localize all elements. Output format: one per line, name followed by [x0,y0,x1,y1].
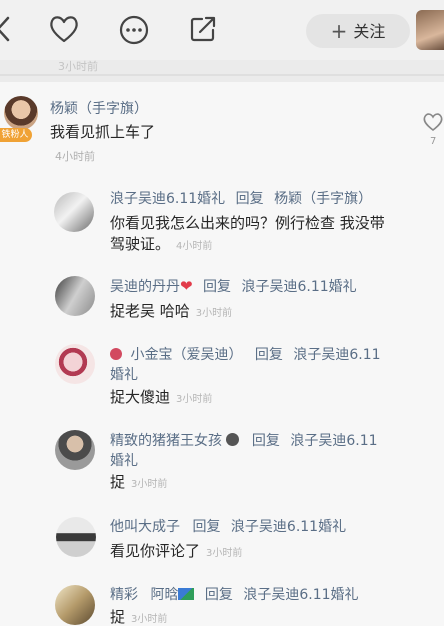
reply-header: 精致的猪猪王女孩 回复 浪子吴迪6.11 [110,430,378,450]
fan-badge: 铁粉人 [0,128,32,142]
like-icon[interactable] [422,112,444,132]
reply-word: 回复 [251,433,280,449]
heart-icon[interactable] [48,14,80,44]
back-chevron-icon[interactable] [0,14,14,44]
reply-text-row: 捉大傻迪 3小时前 [110,386,212,407]
reply-text: 捉老吴 哈哈 [110,302,190,320]
reply-header: 吴迪的丹丹❤ 回复 浪子吴迪6.11婚礼 [110,276,357,296]
avatar[interactable] [55,344,95,384]
emoji-icon [226,433,240,446]
avatar[interactable] [55,585,95,625]
reply-word: 回复 [235,191,264,207]
reply-target[interactable]: 浪子吴迪6.11婚礼 [243,587,358,603]
reply-time: 3小时前 [195,308,233,319]
reply-word: 回复 [203,279,232,295]
avatar[interactable] [55,276,95,316]
reply-target-cont[interactable]: 婚礼 [110,450,138,470]
reply-header: 小金宝（爱吴迪） 回复 浪子吴迪6.11 [110,344,381,364]
avatar[interactable] [4,96,38,130]
face-emoji-icon [110,348,122,360]
reply-author[interactable]: 小金宝（爱吴迪） [130,347,242,363]
reply-text: 捉 [110,473,126,491]
follow-button[interactable]: + 关注 [306,14,410,48]
reply-author[interactable]: 精致的猪猪王女孩 [110,433,222,449]
reply-word: 回复 [192,519,221,535]
reply-word: 回复 [204,587,233,603]
reply-target[interactable]: 杨颖（手字旗） [274,191,372,207]
previous-comment-time: 3小时前 [58,60,98,73]
reply-target-cont[interactable]: 婚礼 [110,364,138,384]
avatar[interactable] [56,517,96,557]
comment-text: 我看见抓上车了 [50,123,156,141]
reply-header: 浪子吴迪6.11婚礼 回复 杨颖（手字旗） [110,188,372,208]
reply-text: 看见你评论了 [110,542,201,560]
reply-target[interactable]: 浪子吴迪6.11 [290,433,377,449]
reply-header: 精彩 阿晗 回复 浪子吴迪6.11婚礼 [110,584,359,604]
more-dots-icon[interactable] [118,14,150,46]
heart-emoji-icon: ❤ [180,277,193,295]
reply-text-row: 看见你评论了 3小时前 [110,540,242,561]
like-count: 7 [430,136,437,147]
plus-icon: + [330,19,348,43]
flag-emoji-icon [178,588,195,600]
reply-target[interactable]: 浪子吴迪6.11婚礼 [231,519,346,535]
reply-text-cont: 驾驶证。 4小时前 [110,233,212,254]
reply-time: 3小时前 [176,394,213,405]
reply-header: 他叫大成子 回复 浪子吴迪6.11婚礼 [110,516,346,536]
reply-author[interactable]: 吴迪的丹丹 [110,279,180,295]
reply-text: 捉 [110,608,126,626]
divider [0,74,444,76]
reply-word: 回复 [254,347,283,363]
reply-time: 4小时前 [176,241,213,252]
reply-text-line2: 驾驶证。 [110,235,171,253]
top-bar: + 关注 [0,0,444,60]
reply-author[interactable]: 他叫大成子 [110,519,180,535]
reply-author[interactable]: 精彩 [110,587,138,603]
reply-time: 3小时前 [131,479,168,490]
reply-time: 3小时前 [131,614,168,625]
comment-author[interactable]: 杨颖（手字旗） [50,98,148,118]
reply-text: 捉大傻迪 [110,388,171,406]
avatar[interactable] [55,430,95,470]
share-icon[interactable] [188,14,218,44]
poster-avatar[interactable] [416,10,444,50]
reply-target[interactable]: 浪子吴迪6.11 [293,347,380,363]
reply-time: 3小时前 [206,548,243,559]
comment-time: 4小时前 [55,150,95,163]
reply-text-row: 捉 3小时前 [110,606,167,626]
reply-text: 你看见我怎么出来的吗？例行检查 我没带 [110,214,385,232]
reply-text-row: 捉 3小时前 [110,471,167,492]
reply-author[interactable]: 浪子吴迪6.11婚礼 [110,191,225,207]
reply-author-2[interactable]: 阿晗 [150,587,178,603]
avatar[interactable] [54,192,94,232]
reply-text-row: 捉老吴 哈哈 3小时前 [110,300,232,321]
follow-label: 关注 [353,22,386,41]
reply-target[interactable]: 浪子吴迪6.11婚礼 [241,279,356,295]
